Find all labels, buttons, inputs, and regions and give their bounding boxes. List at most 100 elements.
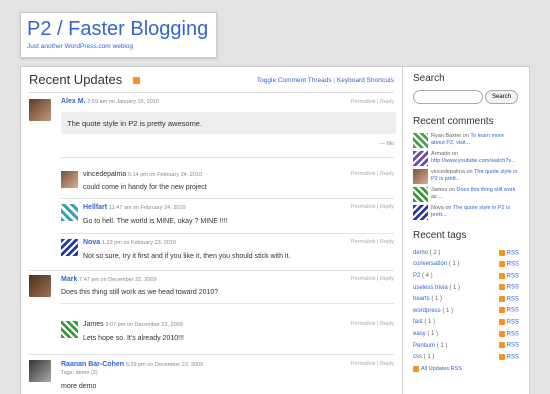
rss-icon [498, 330, 505, 337]
tag-rss-link[interactable]: RSS [498, 319, 519, 326]
avatar[interactable] [413, 151, 428, 166]
tag-label: demo ( 2 ) [413, 250, 440, 256]
recent-comment-text: James on Does this thing still work as .… [431, 187, 519, 201]
comment-author[interactable]: James [431, 187, 447, 193]
divider [61, 233, 394, 234]
comment-meta[interactable]: 11:47 am on February 24, 2010 [109, 205, 186, 211]
all-updates-rss[interactable]: All Updates RSS [413, 363, 519, 375]
tag-link[interactable]: useless trivia [413, 285, 448, 291]
comment-author[interactable]: vincedepalma [431, 169, 465, 175]
tag-rss-label: RSS [506, 296, 519, 303]
post-author[interactable]: Raanan Bar-Cohen [61, 361, 124, 368]
comment-header: vincedepalma 5:14 pm on February 24, 201… [83, 171, 202, 178]
divider [61, 303, 394, 304]
rss-icon [498, 307, 505, 314]
avatar[interactable] [413, 187, 428, 202]
recent-comments-heading: Recent comments [413, 116, 494, 127]
post-author[interactable]: Alex M. [61, 98, 86, 105]
quote-text: The quote style in P2 is pretty awesome. [67, 119, 203, 128]
tag-rss-link[interactable]: RSS [498, 307, 519, 314]
divider [61, 198, 394, 199]
tag-rss-link[interactable]: RSS [498, 330, 519, 338]
tag-link[interactable]: P2 [413, 273, 420, 279]
comment-author[interactable]: Nova [83, 239, 100, 246]
tag-link[interactable]: hearts [413, 296, 430, 302]
permalink-reply-link[interactable]: Permalink | Reply [351, 204, 394, 210]
tag-link[interactable]: easy [413, 331, 426, 337]
avatar[interactable] [61, 171, 78, 188]
tag-count: ( 1 ) [449, 284, 461, 291]
recent-comment: Ryan Baxter on To learn more about P2, v… [413, 133, 519, 148]
tag-link[interactable]: fast [413, 319, 423, 325]
tag-count: ( 1 ) [448, 261, 460, 268]
avatar[interactable] [413, 169, 428, 184]
comment-author[interactable]: vincedepalma [83, 171, 126, 178]
post-header: Mark 7:47 pm on December 22, 2009 [61, 276, 157, 283]
avatar[interactable] [61, 321, 78, 338]
tag-rss-link[interactable]: RSS [498, 342, 519, 349]
tag-link[interactable]: css [413, 354, 422, 360]
tag-link[interactable]: Pentium [413, 343, 435, 349]
toggle-comment-threads-link[interactable]: Toggle Comment Threads [257, 77, 332, 84]
permalink-reply-link[interactable]: Permalink | Reply [351, 276, 394, 282]
avatar[interactable] [61, 204, 78, 221]
tag-label: conversation ( 1 ) [413, 261, 459, 267]
all-updates-rss-link[interactable]: All Updates RSS [421, 366, 462, 372]
comment-meta[interactable]: 5:14 pm on February 24, 2010 [128, 172, 202, 178]
tag-rss-label: RSS [506, 354, 519, 361]
comment-author[interactable]: Nova [431, 205, 444, 211]
permalink-reply-link[interactable]: Permalink | Reply [351, 99, 394, 105]
site-title[interactable]: P2 / Faster Blogging [27, 17, 210, 41]
avatar[interactable] [413, 205, 428, 220]
search-button[interactable]: Search [485, 90, 519, 104]
tag-link[interactable]: wordpress [413, 308, 441, 314]
tag-rss-link[interactable]: RSS [498, 284, 519, 291]
tag-rss-label: RSS [506, 331, 519, 338]
rss-icon [498, 342, 505, 349]
tag-label: useless trivia ( 1 ) [413, 285, 460, 291]
post-author[interactable]: Mark [61, 276, 77, 283]
tag-rss-link[interactable]: RSS [498, 295, 519, 303]
post-meta[interactable]: 7:47 pm on December 22, 2009 [79, 277, 156, 283]
comment-meta[interactable]: 1:33 pm on February 23, 2010 [102, 240, 176, 246]
tag-row: demo ( 2 ) RSS [413, 247, 519, 259]
site-description: Just another WordPress.com weblog [27, 43, 134, 50]
tag-rss-link[interactable]: RSS [498, 272, 519, 279]
comment-author[interactable]: James [83, 321, 104, 328]
permalink-reply-link[interactable]: Permalink | Reply [351, 361, 394, 367]
comment-author[interactable]: Ryan Baxter [431, 133, 461, 139]
tag-link[interactable]: demo [413, 250, 428, 256]
tag-link[interactable]: conversation [413, 261, 447, 267]
recent-comment: James on Does this thing still work as .… [413, 187, 519, 202]
avatar[interactable] [29, 275, 51, 297]
keyboard-shortcuts-link[interactable]: Keyboard Shortcuts [337, 77, 394, 84]
recent-comment-text: Ryan Baxter on To learn more about P2, v… [431, 133, 519, 147]
avatar[interactable] [29, 360, 51, 382]
post-quote: The quote style in P2 is pretty awesome. [61, 112, 396, 134]
post-tags[interactable]: Tags: demo (2) [61, 370, 98, 376]
avatar[interactable] [29, 99, 51, 121]
post-meta[interactable]: 5:29 pm on December 22, 2009 [126, 362, 203, 368]
permalink-reply-link[interactable]: Permalink | Reply [351, 171, 394, 177]
search-input[interactable] [413, 90, 483, 104]
comment-meta[interactable]: 9:07 pm on December 22, 2009 [105, 322, 182, 328]
comment-author[interactable]: Hellfart [83, 204, 107, 211]
recent-tags-list: demo ( 2 ) RSS conversation ( 1 ) RSS P2 ( 4… [413, 247, 519, 363]
tag-rss-link[interactable]: RSS [498, 353, 519, 361]
sidebar: Search Search Recent comments Ryan Baxte… [403, 66, 530, 394]
avatar[interactable] [61, 239, 78, 256]
tag-rss-link[interactable]: RSS [498, 261, 519, 268]
comment-author[interactable]: Armado [431, 151, 450, 157]
permalink-reply-link[interactable]: Permalink | Reply [351, 239, 394, 245]
comment-text: Not so sure, try it first and if you lik… [83, 253, 291, 260]
comment-link[interactable]: http://www.youtube.com/watch?v... [431, 158, 515, 164]
post-text: more demo [61, 383, 97, 390]
tag-rss-link[interactable]: RSS [498, 249, 519, 256]
comment-header: Hellfart 11:47 am on February 24, 2010 [83, 204, 186, 211]
comment-text: Go to hell. The world is MINE, okay ? MI… [83, 218, 228, 225]
post-meta[interactable]: 2:59 am on January 15, 2010 [87, 99, 159, 105]
link-separator: | [333, 77, 336, 84]
permalink-reply-link[interactable]: Permalink | Reply [351, 321, 394, 327]
rss-icon[interactable] [133, 77, 140, 84]
avatar[interactable] [413, 133, 428, 148]
